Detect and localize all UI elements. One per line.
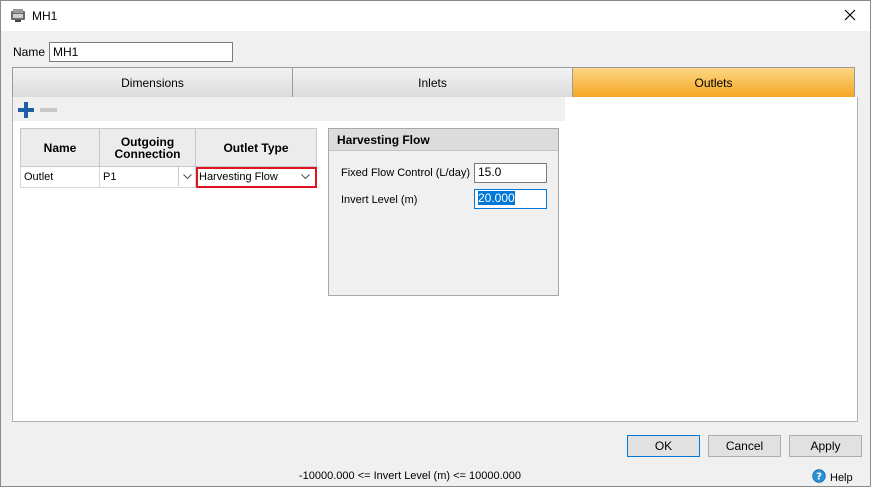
name-input[interactable] [49,42,233,62]
chevron-down-icon [182,171,192,183]
outlets-table: Name Outgoing Connection Outlet Type Out… [20,128,317,188]
column-header-outgoing-connection[interactable]: Outgoing Connection [99,128,196,167]
validation-status: -10000.000 <= Invert Level (m) <= 10000.… [299,470,521,482]
panel-title: Harvesting Flow [329,129,558,151]
cell-outgoing-connection[interactable]: P1 [99,166,196,188]
svg-text:?: ? [816,472,822,483]
fixed-flow-input[interactable]: 15.0 [474,163,547,183]
help-label: Help [830,471,853,484]
close-button[interactable] [830,1,870,31]
tab-strip: Dimensions Inlets Outlets [12,67,855,98]
cell-outlet-type[interactable]: Harvesting Flow [195,166,317,188]
title-bar: MH1 [1,1,870,31]
cell-outlet-name[interactable]: Outlet [20,166,100,188]
plus-icon [17,102,35,122]
tab-inlets[interactable]: Inlets [293,68,573,97]
help-icon: ? [812,469,826,486]
cancel-button[interactable]: Cancel [708,435,781,457]
ok-button[interactable]: OK [627,435,700,457]
table-row: Outlet P1 Harvesting Flow [20,166,317,188]
tab-outlets[interactable]: Outlets [573,68,854,97]
fixed-flow-label: Fixed Flow Control (L/day) [341,167,470,179]
help-button[interactable]: ? Help [812,469,853,486]
outlet-type-dropdown-button[interactable] [297,169,314,185]
manhole-app-icon [10,8,26,23]
window-title: MH1 [32,9,58,23]
harvesting-flow-panel: Harvesting Flow Fixed Flow Control (L/da… [328,128,559,296]
connection-dropdown-button[interactable] [178,167,195,186]
close-icon [844,9,856,24]
remove-outlet-button[interactable] [40,108,57,112]
apply-button[interactable]: Apply [789,435,862,457]
invert-level-label: Invert Level (m) [341,194,418,206]
dialog-window: MH1 Name Dimensions Inlets Outlets [0,0,871,487]
tab-dimensions[interactable]: Dimensions [13,68,293,97]
name-label: Name [13,45,46,59]
outlets-tab-content: Name Outgoing Connection Outlet Type Out… [12,97,858,422]
invert-level-value: 20.000 [478,191,515,205]
column-header-outlet-type[interactable]: Outlet Type [195,128,317,167]
add-outlet-button[interactable] [17,101,35,119]
outlet-name-text: Outlet [24,170,54,183]
outlets-toolbar [13,97,565,121]
column-header-name[interactable]: Name [20,128,100,167]
chevron-down-icon [301,171,310,183]
invert-level-input[interactable]: 20.000 [474,189,547,209]
